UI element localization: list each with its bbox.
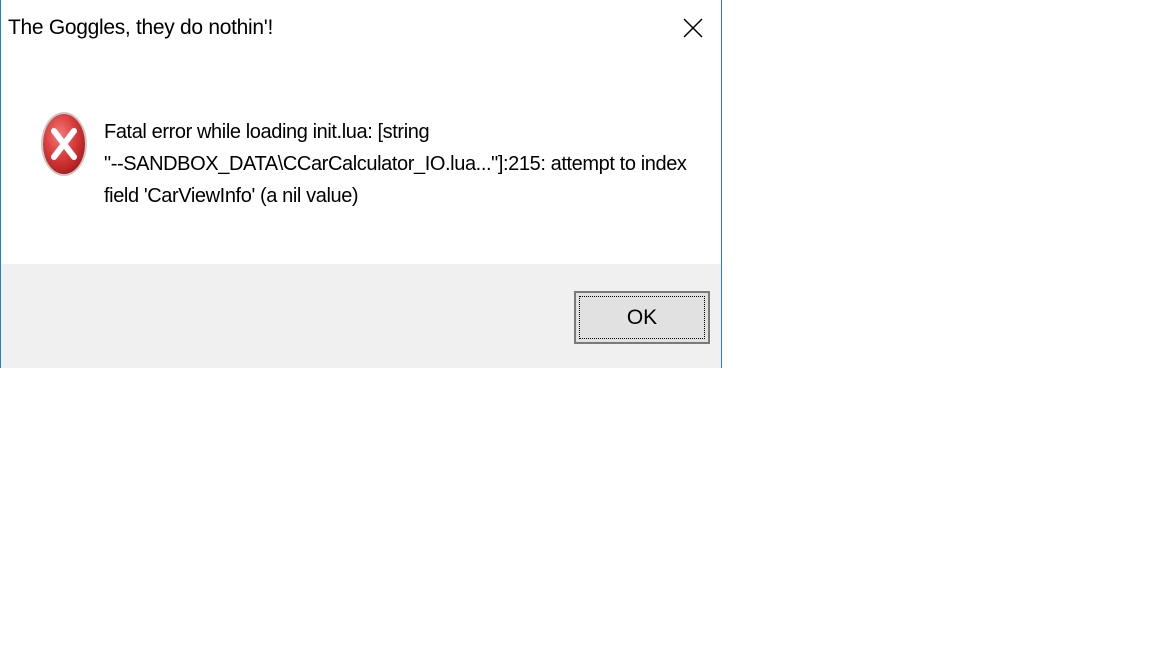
- error-message-line: "--SANDBOX_DATA\CCarCalculator_IO.lua...…: [104, 153, 687, 175]
- ok-button[interactable]: OK: [574, 291, 710, 344]
- dialog-title: The Goggles, they do nothin'!: [8, 16, 273, 39]
- close-icon: [683, 18, 703, 38]
- error-message-line: Fatal error while loading init.lua: [str…: [104, 121, 430, 143]
- screen: The Goggles, they do nothin'! Fatal erro…: [0, 0, 1152, 648]
- dialog-content: Fatal error while loading init.lua: [str…: [1, 56, 721, 264]
- error-dialog: The Goggles, they do nothin'! Fatal erro…: [0, 0, 722, 368]
- title-bar[interactable]: The Goggles, they do nothin'!: [1, 0, 721, 56]
- ok-button-label: OK: [626, 305, 658, 329]
- error-message: Fatal error while loading init.lua: [str…: [104, 116, 704, 212]
- error-icon: [41, 112, 87, 176]
- dialog-footer: OK: [1, 264, 721, 368]
- close-button[interactable]: [665, 0, 721, 56]
- error-message-line: field 'CarViewInfo' (a nil value): [104, 185, 359, 207]
